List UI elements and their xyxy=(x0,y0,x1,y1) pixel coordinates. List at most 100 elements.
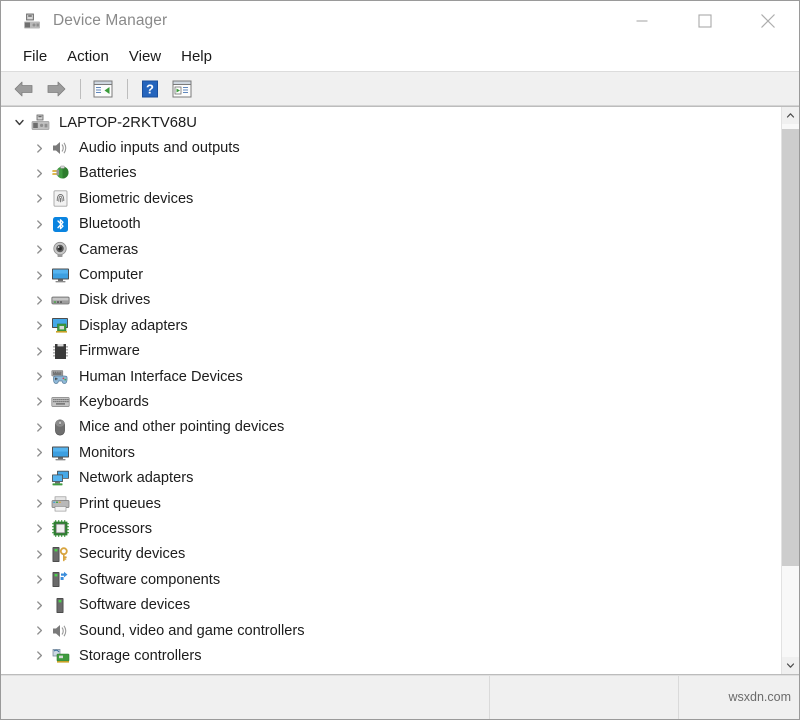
tree-item-label: Storage controllers xyxy=(79,648,202,664)
network-adapter-icon xyxy=(49,468,71,488)
tree-item-label: Audio inputs and outputs xyxy=(79,140,240,156)
software-device-icon xyxy=(49,595,71,615)
maximize-button[interactable] xyxy=(673,1,736,41)
minimize-button[interactable] xyxy=(610,1,673,41)
chevron-right-icon[interactable] xyxy=(29,168,49,179)
device-manager-window: Device Manager File Action xyxy=(0,0,800,720)
tree-item-label: Firmware xyxy=(79,343,140,359)
chevron-right-icon[interactable] xyxy=(29,346,49,357)
chevron-right-icon[interactable] xyxy=(29,320,49,331)
tree-root-label: LAPTOP-2RKTV68U xyxy=(59,115,197,131)
tree-row-monitors[interactable]: Monitors xyxy=(1,440,781,465)
tree-row-batteries[interactable]: Batteries xyxy=(1,161,781,186)
display-adapter-icon xyxy=(49,316,71,336)
chevron-right-icon[interactable] xyxy=(29,625,49,636)
tree-row-root[interactable]: LAPTOP-2RKTV68U xyxy=(1,110,781,135)
hid-icon xyxy=(49,367,71,387)
tree-row-bluetooth[interactable]: Bluetooth xyxy=(1,212,781,237)
chevron-right-icon[interactable] xyxy=(29,447,49,458)
security-device-icon xyxy=(49,544,71,564)
chevron-right-icon[interactable] xyxy=(29,650,49,661)
tree-row-network-adapters[interactable]: Network adapters xyxy=(1,465,781,490)
tree-item-label: Network adapters xyxy=(79,470,193,486)
bluetooth-icon xyxy=(49,214,71,234)
tree-row-sound-video-and-game-controllers[interactable]: Sound, video and game controllers xyxy=(1,618,781,643)
chevron-right-icon[interactable] xyxy=(29,396,49,407)
tree-item-label: Computer xyxy=(79,267,143,283)
tree-item-label: Software components xyxy=(79,572,220,588)
device-tree-panel: LAPTOP-2RKTV68U Audio inputs and outputs xyxy=(1,106,799,675)
camera-icon xyxy=(49,240,71,260)
status-pane-2 xyxy=(490,676,679,719)
chevron-right-icon[interactable] xyxy=(29,193,49,204)
tree-row-software-components[interactable]: Software components xyxy=(1,567,781,592)
forward-arrow-icon[interactable] xyxy=(41,76,71,102)
chevron-right-icon[interactable] xyxy=(29,574,49,585)
mouse-icon xyxy=(49,417,71,437)
tree-row-security-devices[interactable]: Security devices xyxy=(1,542,781,567)
battery-icon xyxy=(49,163,71,183)
speaker-icon xyxy=(49,138,71,158)
chevron-right-icon[interactable] xyxy=(29,600,49,611)
tree-row-keyboards[interactable]: Keyboards xyxy=(1,389,781,414)
disk-drive-icon xyxy=(49,290,71,310)
menu-item-view[interactable]: View xyxy=(119,45,171,68)
tree-row-human-interface-devices[interactable]: Human Interface Devices xyxy=(1,364,781,389)
tree-row-disk-drives[interactable]: Disk drives xyxy=(1,288,781,313)
device-tree[interactable]: LAPTOP-2RKTV68U Audio inputs and outputs xyxy=(1,107,781,674)
device-manager-icon xyxy=(23,12,41,30)
status-pane-1 xyxy=(1,676,490,719)
close-button[interactable] xyxy=(736,1,799,41)
chevron-right-icon[interactable] xyxy=(29,549,49,560)
chevron-right-icon[interactable] xyxy=(29,295,49,306)
tree-row-computer[interactable]: Computer xyxy=(1,262,781,287)
tree-item-label: Biometric devices xyxy=(79,191,193,207)
chevron-right-icon[interactable] xyxy=(29,422,49,433)
software-component-icon xyxy=(49,570,71,590)
scrollbar-thumb[interactable] xyxy=(782,129,799,566)
scrollbar-track[interactable] xyxy=(782,124,799,657)
chevron-right-icon[interactable] xyxy=(29,143,49,154)
tree-item-label: Display adapters xyxy=(79,318,188,334)
storage-controller-icon xyxy=(49,646,71,666)
toolbar-separator xyxy=(80,79,81,99)
scan-hardware-changes-icon[interactable] xyxy=(167,76,197,102)
chevron-right-icon[interactable] xyxy=(29,371,49,382)
printer-icon xyxy=(49,494,71,514)
tree-row-mice-and-other-pointing-devices[interactable]: Mice and other pointing devices xyxy=(1,415,781,440)
tree-row-biometric-devices[interactable]: Biometric devices xyxy=(1,186,781,211)
tree-item-label: Cameras xyxy=(79,242,138,258)
scroll-down-icon[interactable] xyxy=(782,657,799,674)
tree-row-firmware[interactable]: Firmware xyxy=(1,339,781,364)
tree-row-display-adapters[interactable]: Display adapters xyxy=(1,313,781,338)
chevron-down-icon[interactable] xyxy=(9,117,29,128)
chevron-right-icon[interactable] xyxy=(29,523,49,534)
chevron-right-icon[interactable] xyxy=(29,473,49,484)
title-bar: Device Manager xyxy=(1,1,799,41)
chevron-right-icon[interactable] xyxy=(29,270,49,281)
menu-item-action[interactable]: Action xyxy=(57,45,119,68)
computer-root-icon xyxy=(29,113,51,133)
scroll-up-icon[interactable] xyxy=(782,107,799,124)
chevron-right-icon[interactable] xyxy=(29,244,49,255)
help-icon[interactable]: ? xyxy=(135,76,165,102)
speaker-icon xyxy=(49,621,71,641)
menu-item-help[interactable]: Help xyxy=(171,45,222,68)
tree-row-storage-controllers[interactable]: Storage controllers xyxy=(1,643,781,668)
tree-row-software-devices[interactable]: Software devices xyxy=(1,592,781,617)
properties-icon[interactable] xyxy=(88,76,118,102)
tree-item-label: Keyboards xyxy=(79,394,149,410)
keyboard-icon xyxy=(49,392,71,412)
tree-scrollbar[interactable] xyxy=(781,107,799,674)
chevron-right-icon[interactable] xyxy=(29,219,49,230)
menu-item-file[interactable]: File xyxy=(13,45,57,68)
monitor-icon xyxy=(49,443,71,463)
chevron-right-icon[interactable] xyxy=(29,498,49,509)
tree-row-cameras[interactable]: Cameras xyxy=(1,237,781,262)
tree-item-label: Sound, video and game controllers xyxy=(79,623,305,639)
window-controls xyxy=(610,1,799,41)
back-arrow-icon[interactable] xyxy=(9,76,39,102)
tree-row-audio-inputs-and-outputs[interactable]: Audio inputs and outputs xyxy=(1,135,781,160)
tree-row-processors[interactable]: Processors xyxy=(1,516,781,541)
tree-row-print-queues[interactable]: Print queues xyxy=(1,491,781,516)
